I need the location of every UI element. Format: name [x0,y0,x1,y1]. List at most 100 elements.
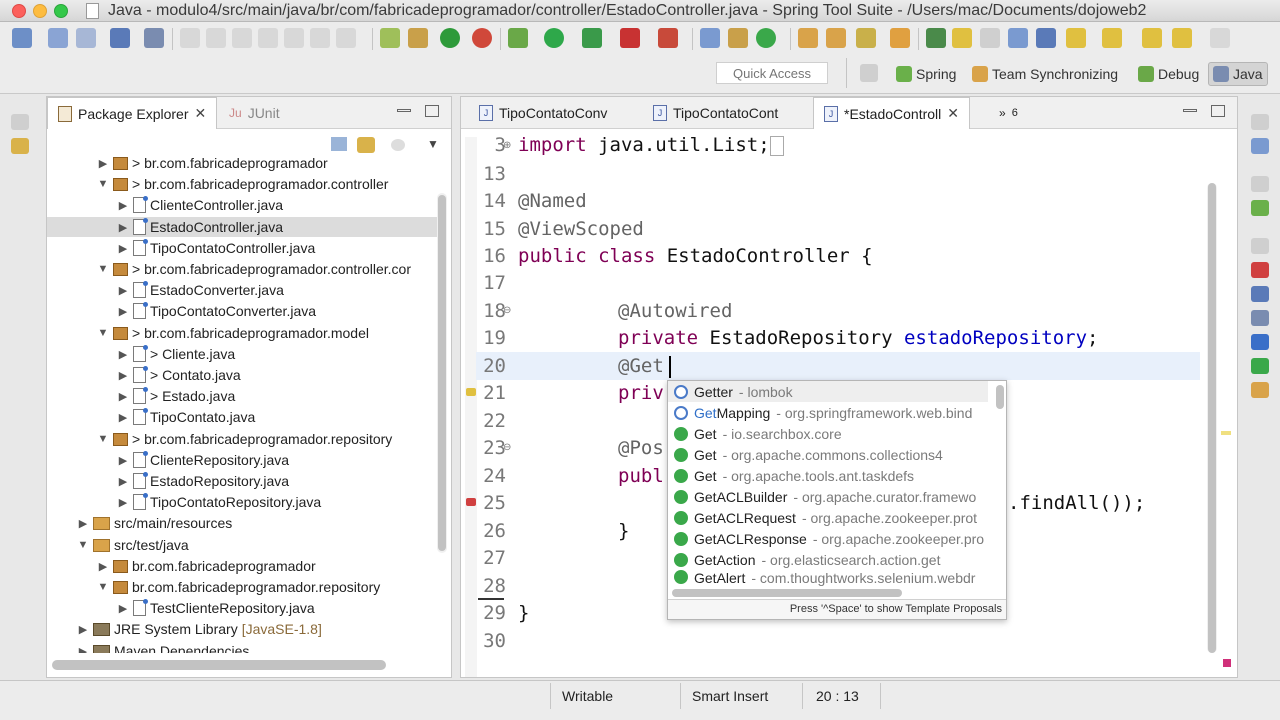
expand-arrow-icon[interactable]: ▶ [117,284,129,297]
next-annotation-icon[interactable] [1066,28,1086,48]
problems-icon[interactable] [1251,262,1269,278]
console-icon[interactable] [110,28,130,48]
step-into-icon[interactable] [284,28,304,48]
warning-marker-icon[interactable] [466,388,476,396]
toggle-block-icon[interactable] [1008,28,1028,48]
external-tools-icon[interactable] [658,28,678,48]
terminate-icon[interactable] [232,28,252,48]
tree-item[interactable]: ▶ br.com.fabricadeprogramador [47,556,442,576]
minimize-view-icon[interactable] [397,109,411,112]
fold-expand-icon[interactable]: ⊕ [503,140,511,151]
expand-arrow-icon[interactable]: ▶ [97,157,109,170]
proposal-item[interactable]: GetACLResponse - org.apache.zookeeper.pr… [668,528,988,549]
editor-vertical-scrollbar[interactable] [1207,183,1217,653]
previous-annotation-icon[interactable] [1102,28,1122,48]
progress-icon[interactable] [1251,358,1269,374]
tree-item[interactable]: ▼ > br.com.fabricadeprogramador.repositor… [47,429,442,449]
restore-icon[interactable] [1251,176,1269,192]
restore-icon[interactable] [1251,114,1269,130]
forward-icon[interactable] [1210,28,1230,48]
expand-arrow-icon[interactable]: ▶ [117,199,129,212]
debug-icon[interactable] [508,28,528,48]
tree-item[interactable]: ▼ > br.com.fabricadeprogramador.controlle… [47,174,442,194]
javadoc-icon[interactable] [1251,286,1269,302]
forward-nav-icon[interactable] [1172,28,1192,48]
focus-icon[interactable] [391,139,405,151]
servers-icon[interactable] [1251,382,1269,398]
show-whitespace-icon[interactable] [1036,28,1056,48]
proposal-item[interactable]: GetACLRequest - org.apache.zookeeper.pro… [668,507,988,528]
step-over-icon[interactable] [310,28,330,48]
disconnect-icon[interactable] [258,28,278,48]
tab-tipocontatocont[interactable]: J TipoContatoCont [643,97,788,129]
new-class-icon[interactable] [756,28,776,48]
tree-item[interactable]: ▶ TipoContato.java [47,407,442,427]
git-icon[interactable] [11,138,29,154]
relaunch-icon[interactable] [440,28,460,48]
fold-collapse-icon[interactable]: ⊖ [503,305,511,316]
collapse-arrow-icon[interactable]: ▼ [97,581,109,593]
perspective-spring[interactable]: Spring [896,62,956,86]
link-with-editor-icon[interactable] [357,137,375,153]
proposal-item[interactable]: Get - org.apache.tools.ant.taskdefs [668,465,988,486]
fold-collapse-icon[interactable]: ⊖ [503,442,511,453]
tree-item[interactable]: ▶ ClienteController.java [47,195,442,215]
minimize-editor-icon[interactable] [1183,109,1197,112]
tree-item[interactable]: ▼ > br.com.fabricadeprogramador.model [47,323,442,343]
close-tab-icon[interactable]: ✕ [195,105,207,122]
expand-arrow-icon[interactable]: ▶ [117,454,129,467]
pin-icon[interactable] [926,28,946,48]
tree-item[interactable]: ▼ > br.com.fabricadeprogramador.controlle… [47,259,442,279]
expand-arrow-icon[interactable]: ▶ [117,221,129,234]
tree-item[interactable]: ▶ JRE System Library [JavaSE-1.8] [47,619,442,639]
perspective-java[interactable]: Java [1208,62,1268,86]
restore-icon[interactable] [11,114,29,130]
tree-item[interactable]: ▼ src/test/java [47,535,442,555]
tab-estadocontroll[interactable]: J *EstadoControll ✕ [813,97,971,129]
quick-access-input[interactable] [716,62,828,84]
view-menu-icon[interactable]: ▼ [427,137,439,151]
expand-arrow-icon[interactable]: ▶ [117,242,129,255]
collapse-arrow-icon[interactable]: ▼ [97,327,109,339]
maximize-view-icon[interactable] [425,105,439,117]
expand-arrow-icon[interactable]: ▶ [77,517,89,530]
suspend-icon[interactable] [206,28,226,48]
tree-item[interactable]: ▶ > Cliente.java [47,344,442,364]
perspective-team-synchronizing[interactable]: Team Synchronizing [972,62,1118,86]
tree-item[interactable]: ▶ Maven Dependencies [47,641,442,653]
skip-breakpoints-icon[interactable] [144,28,164,48]
expand-arrow-icon[interactable]: ▶ [117,348,129,361]
error-marker-icon[interactable] [466,498,476,506]
tree-item[interactable]: ▶ EstadoController.java [47,217,442,237]
console-view-icon[interactable] [1251,334,1269,350]
expand-arrow-icon[interactable]: ▶ [117,496,129,509]
tab-package-explorer[interactable]: Package Explorer ✕ [47,97,218,129]
expand-arrow-icon[interactable]: ▶ [117,305,129,318]
save-icon[interactable] [48,28,68,48]
tree-item[interactable]: ▶ EstadoConverter.java [47,280,442,300]
maximize-editor-icon[interactable] [1211,105,1225,117]
tree-horizontal-scrollbar[interactable] [52,660,386,670]
stop-icon[interactable] [620,28,640,48]
tree-item[interactable]: ▶ > Contato.java [47,365,442,385]
tree-item[interactable]: ▶ src/main/resources [47,513,442,533]
proposal-horizontal-scrollbar[interactable] [672,589,902,597]
proposal-item[interactable]: Getter - lombok [668,381,988,402]
collapse-arrow-icon[interactable]: ▼ [97,433,109,445]
declaration-icon[interactable] [1251,310,1269,326]
tab-junit[interactable]: Ju JUnit [219,97,290,129]
new-icon[interactable] [12,28,32,48]
expand-arrow-icon[interactable]: ▶ [117,411,129,424]
save-all-icon[interactable] [76,28,96,48]
proposal-item[interactable]: GetMapping - org.springframework.web.bin… [668,402,988,423]
tree-item[interactable]: ▶ > br.com.fabricadeprogramador [47,153,442,173]
toggle-mark-icon[interactable] [980,28,1000,48]
expand-arrow-icon[interactable]: ▶ [97,560,109,573]
tree-item[interactable]: ▶ TestClienteRepository.java [47,598,442,618]
run-icon[interactable] [544,28,564,48]
expand-arrow-icon[interactable]: ▶ [117,475,129,488]
proposal-item[interactable]: GetACLBuilder - org.apache.curator.frame… [668,486,988,507]
tree-item[interactable]: ▶ TipoContatoRepository.java [47,492,442,512]
tab-overflow[interactable]: » 6 [989,97,1028,129]
collapse-arrow-icon[interactable]: ▼ [97,178,109,190]
